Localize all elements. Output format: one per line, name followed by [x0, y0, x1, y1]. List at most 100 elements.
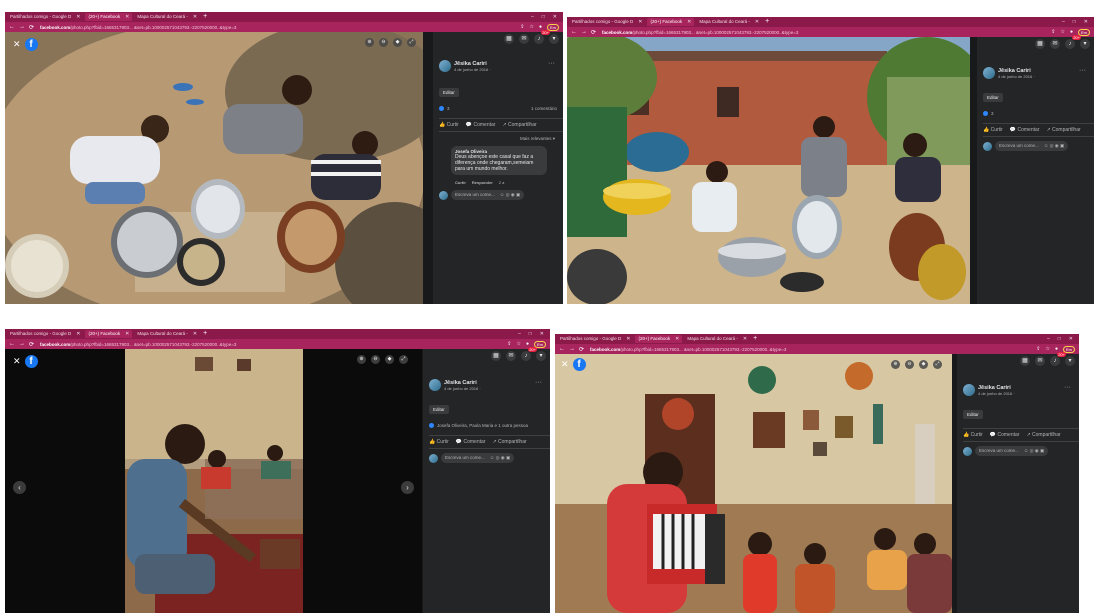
close-tab-icon[interactable]: ✕ [687, 18, 691, 26]
zoom-in-icon[interactable]: ⊕ [891, 360, 900, 369]
tab-facebook[interactable]: (20+) Facebook ✕ [635, 335, 683, 343]
zoom-out-icon[interactable]: ⊖ [379, 38, 388, 47]
previous-photo-icon[interactable]: ‹ [13, 481, 26, 494]
tag-icon[interactable]: ◆ [919, 360, 928, 369]
facebook-logo-icon[interactable]: f [572, 358, 586, 371]
new-tab-button[interactable]: + [203, 330, 207, 338]
post-date[interactable]: 4 de junho de 2016 · [978, 391, 1015, 396]
notifications-icon[interactable]: ♪ 20+ [534, 30, 550, 44]
back-arrow-icon[interactable]: ← [9, 341, 15, 347]
close-tab-icon[interactable]: ✕ [125, 13, 129, 21]
close-window-button[interactable]: ✕ [540, 331, 544, 337]
menu-grid-icon[interactable]: ▦ [504, 34, 514, 44]
like-button[interactable]: 👍 Curtir [429, 439, 449, 445]
comment-input[interactable]: Escreva um come... ☺ ◎ ◉ ▣ [975, 446, 1049, 456]
reactors-list[interactable]: Josefa Oliveira, Paula Maria e 1 outra p… [437, 423, 528, 428]
reaction-count[interactable]: 3 [991, 111, 994, 116]
tab-facebook[interactable]: (20+) Facebook ✕ [647, 18, 695, 26]
back-arrow-icon[interactable]: ← [559, 346, 565, 352]
avatar[interactable] [983, 67, 995, 79]
share-button[interactable]: ↗ Compartilhar [502, 122, 536, 128]
comment-like-link[interactable]: Curtir [455, 180, 466, 185]
fullscreen-icon[interactable]: ⤢ [399, 355, 408, 364]
more-options-icon[interactable]: ··· [548, 60, 555, 67]
more-options-icon[interactable]: ··· [1064, 384, 1071, 391]
share-button[interactable]: ↗ Compartilhar [492, 439, 526, 445]
edit-button[interactable]: Editar [983, 93, 1003, 102]
share-icon[interactable]: ⇪ [507, 341, 511, 347]
minimize-button[interactable]: – [1047, 336, 1050, 342]
zoom-in-icon[interactable]: ⊕ [357, 355, 366, 364]
zoom-in-icon[interactable]: ⊕ [365, 38, 374, 47]
tab-mapa-cultural[interactable]: Mapa Cultural do Ceará - ✕ [134, 13, 200, 21]
messenger-icon[interactable]: ✉ [1035, 356, 1045, 366]
new-tab-button[interactable]: + [203, 13, 207, 21]
facebook-logo-icon[interactable]: f [24, 38, 38, 51]
close-tab-icon[interactable]: ✕ [193, 330, 197, 338]
notifications-icon[interactable]: ♪ 20+ [1050, 352, 1066, 366]
forward-arrow-icon[interactable]: → [569, 346, 575, 352]
zoom-out-icon[interactable]: ⊖ [371, 355, 380, 364]
tab-google-drive[interactable]: Partilhados comigo - Google D ✕ [7, 330, 83, 338]
close-tab-icon[interactable]: ✕ [626, 335, 630, 343]
messenger-icon[interactable]: ✉ [1050, 39, 1060, 49]
forward-arrow-icon[interactable]: → [581, 29, 587, 35]
close-viewer-icon[interactable]: ✕ [13, 39, 21, 50]
back-arrow-icon[interactable]: ← [9, 24, 15, 30]
reload-icon[interactable]: ⟳ [29, 341, 34, 348]
maximize-button[interactable]: □ [542, 14, 545, 20]
avatar[interactable] [963, 384, 975, 396]
close-tab-icon[interactable]: ✕ [76, 13, 80, 21]
star-icon[interactable]: ☆ [529, 24, 533, 30]
close-tab-icon[interactable]: ✕ [638, 18, 642, 26]
comment-input[interactable]: Escreva um come... ☺ ◎ ◉ ▣ [441, 453, 515, 463]
post-date[interactable]: 4 de junho de 2016 · [444, 386, 481, 391]
tab-google-drive[interactable]: Partilhados comigo - Google D ✕ [557, 335, 633, 343]
close-window-button[interactable]: ✕ [553, 14, 557, 20]
tab-mapa-cultural[interactable]: Mapa Cultural do Ceará - ✕ [696, 18, 762, 26]
edit-button[interactable]: Editar [429, 405, 449, 414]
account-menu-icon[interactable]: ▾ [536, 351, 546, 361]
tab-mapa-cultural[interactable]: Mapa Cultural do Ceará - ✕ [684, 335, 750, 343]
new-tab-button[interactable]: + [753, 335, 757, 343]
new-tab-button[interactable]: + [765, 18, 769, 26]
notifications-icon[interactable]: ♪ 20+ [1065, 35, 1081, 49]
like-button[interactable]: 👍 Curtir [439, 122, 459, 128]
comment-input[interactable]: Escreva um come... ☺ ◎ ◉ ▣ [995, 141, 1069, 151]
tag-icon[interactable]: ◆ [393, 38, 402, 47]
close-window-button[interactable]: ✕ [1069, 336, 1073, 342]
messenger-icon[interactable]: ✉ [519, 34, 529, 44]
sort-comments-dropdown[interactable]: Mais relevantes ▾ [520, 136, 555, 142]
post-author[interactable]: Jêsika Cariri [978, 385, 1015, 391]
comment-reply-link[interactable]: Responder [472, 180, 493, 185]
comments-count[interactable]: 1 comentário [531, 106, 557, 111]
tab-google-drive[interactable]: Partilhados comigo - Google D ✕ [569, 18, 645, 26]
back-arrow-icon[interactable]: ← [571, 29, 577, 35]
facebook-logo-icon[interactable]: f [24, 355, 38, 368]
post-date[interactable]: 4 de junho de 2016 · [998, 74, 1035, 79]
star-icon[interactable]: ☆ [1045, 346, 1049, 352]
edit-button[interactable]: Editar [963, 410, 983, 419]
emoji-icons[interactable]: ☺ ◎ ◉ ▣ [490, 455, 510, 461]
comment-button[interactable]: 💬 Comentar [456, 439, 486, 445]
close-tab-icon[interactable]: ✕ [743, 335, 747, 343]
like-button[interactable]: 👍 Curtir [983, 127, 1003, 133]
menu-grid-icon[interactable]: ▦ [1035, 39, 1045, 49]
emoji-icons[interactable]: ☺ ◎ ◉ ▣ [500, 192, 520, 198]
post-author[interactable]: Jêsika Cariri [444, 380, 481, 386]
emoji-icons[interactable]: ☺ ◎ ◉ ▣ [1044, 143, 1064, 149]
reload-icon[interactable]: ⟳ [579, 346, 584, 353]
fullscreen-icon[interactable]: ⤢ [933, 360, 942, 369]
close-tab-icon[interactable]: ✕ [193, 13, 197, 21]
star-icon[interactable]: ☆ [1060, 29, 1064, 35]
star-icon[interactable]: ☆ [516, 341, 520, 347]
forward-arrow-icon[interactable]: → [19, 341, 25, 347]
avatar[interactable] [429, 379, 441, 391]
share-icon[interactable]: ⇪ [1036, 346, 1040, 352]
comment-time[interactable]: 2 a [499, 180, 505, 185]
url-field[interactable]: facebook.com/photo.php?fbid=1665317903..… [40, 342, 507, 347]
close-tab-icon[interactable]: ✕ [76, 330, 80, 338]
comment-button[interactable]: 💬 Comentar [466, 122, 496, 128]
url-field[interactable]: facebook.com/photo.php?fbid=1665317903..… [602, 30, 1051, 35]
notifications-icon[interactable]: ♪ 20+ [521, 347, 537, 361]
